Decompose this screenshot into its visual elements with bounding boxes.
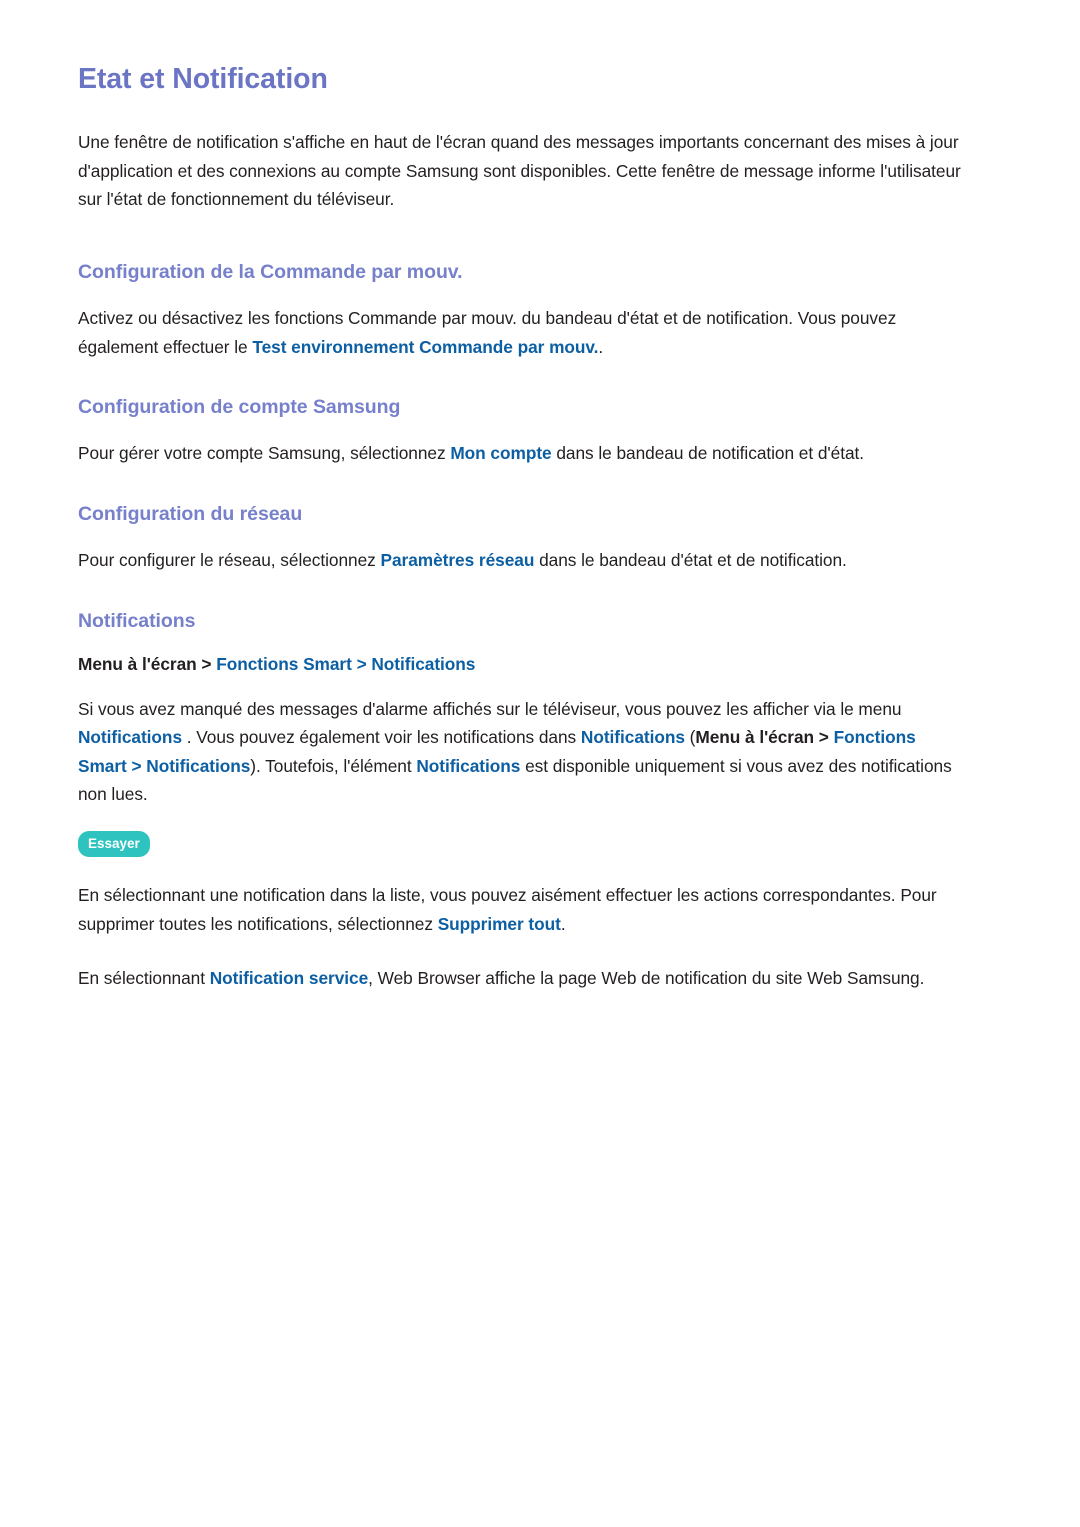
- breadcrumb-separator: >: [351, 654, 372, 675]
- intro-block: Une fenêtre de notification s'affiche en…: [78, 128, 966, 214]
- document-page: Etat et Notification Une fenêtre de noti…: [0, 0, 1080, 1527]
- paragraph-motion-control: Activez ou désactivez les fonctions Comm…: [78, 304, 966, 361]
- text-run: dans le bandeau d'état et de notificatio…: [534, 550, 847, 571]
- section-motion-control: Configuration de la Commande par mouv. A…: [78, 260, 966, 361]
- link-parametres-reseau[interactable]: Paramètres réseau: [381, 550, 535, 570]
- section-heading-samsung-account: Configuration de compte Samsung: [78, 396, 401, 419]
- link-notifications[interactable]: Notifications: [78, 727, 182, 747]
- breadcrumb-item-fonctions-smart[interactable]: Fonctions Smart: [216, 654, 352, 674]
- section-samsung-account: Configuration de compte Samsung Pour gér…: [78, 395, 966, 468]
- text-run: Pour gérer votre compte Samsung, sélecti…: [78, 443, 451, 464]
- page-title: Etat et Notification: [78, 63, 328, 95]
- text-run: .: [598, 336, 604, 357]
- try-badge-row: Essayer: [78, 830, 966, 858]
- text-run: ). Toutefois, l'élément: [250, 755, 417, 776]
- breadcrumb: Menu à l'écran > Fonctions Smart > Notif…: [78, 650, 966, 679]
- section-heading-motion-control: Configuration de la Commande par mouv.: [78, 260, 463, 283]
- text-run: Si vous avez manqué des messages d'alarm…: [78, 698, 902, 719]
- text-run: Pour configurer le réseau, sélectionnez: [78, 550, 381, 571]
- link-mon-compte[interactable]: Mon compte: [450, 443, 551, 463]
- section-heading-notifications: Notifications: [78, 609, 196, 632]
- menu-path-separator: >: [126, 755, 147, 776]
- link-notification-service[interactable]: Notification service: [210, 968, 368, 988]
- paragraph-network: Pour configurer le réseau, sélectionnez …: [78, 546, 966, 575]
- link-notifications[interactable]: Notifications: [581, 727, 685, 747]
- section-network: Configuration du réseau Pour configurer …: [78, 502, 966, 575]
- menu-path-separator: >: [814, 727, 834, 748]
- notifications-paragraph-group: Si vous avez manqué des messages d'alarm…: [78, 695, 966, 809]
- breadcrumb-item-notifications[interactable]: Notifications: [371, 654, 475, 674]
- text-run: . Vous pouvez également voir les notific…: [182, 727, 581, 748]
- paragraph-samsung-account: Pour gérer votre compte Samsung, sélecti…: [78, 439, 966, 468]
- paragraph-notifications-main: Si vous avez manqué des messages d'alarm…: [78, 695, 966, 809]
- page-content: Etat et Notification Une fenêtre de noti…: [78, 62, 966, 993]
- paragraph-notification-service: En sélectionnant Notification service, W…: [78, 964, 966, 993]
- text-run: dans le bandeau de notification et d'éta…: [551, 443, 865, 464]
- link-supprimer-tout[interactable]: Supprimer tout: [438, 914, 561, 934]
- paragraph-select-notification: En sélectionnant une notification dans l…: [78, 881, 966, 938]
- link-notifications[interactable]: Notifications: [146, 756, 250, 776]
- try-badge[interactable]: Essayer: [78, 830, 150, 858]
- text-run: En sélectionnant: [78, 968, 210, 989]
- breadcrumb-root: Menu à l'écran: [78, 654, 197, 675]
- text-run: , Web Browser affiche la page Web de not…: [368, 968, 925, 989]
- text-run: (: [684, 727, 696, 748]
- breadcrumb-separator: >: [196, 654, 217, 675]
- link-test-environnement-commande-par-mouv[interactable]: Test environnement Commande par mouv.: [252, 337, 598, 357]
- intro-paragraph: Une fenêtre de notification s'affiche en…: [78, 132, 961, 210]
- link-notifications[interactable]: Notifications: [416, 756, 520, 776]
- text-run: .: [560, 913, 566, 934]
- section-notifications: Notifications Menu à l'écran > Fonctions…: [78, 609, 966, 993]
- menu-path-root: Menu à l'écran: [695, 727, 815, 748]
- section-heading-network: Configuration du réseau: [78, 502, 303, 525]
